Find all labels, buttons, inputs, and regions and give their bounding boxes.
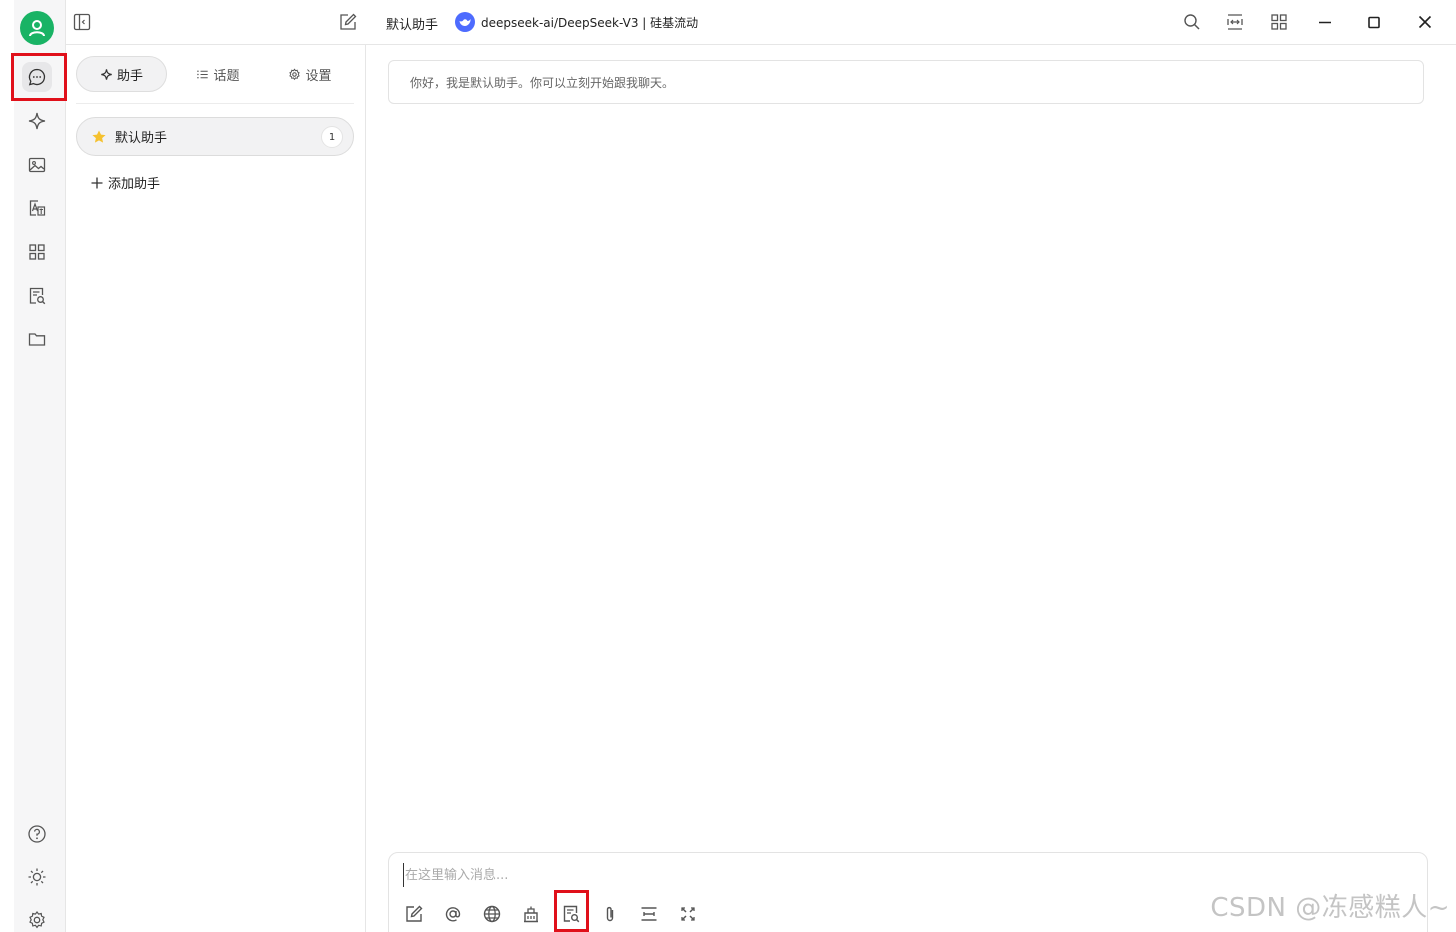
theme-sun-icon xyxy=(28,868,46,886)
icon-rail xyxy=(0,0,66,932)
assistant-item-default[interactable]: 默认助手 1 xyxy=(76,117,354,156)
add-assistant-label: 添加助手 xyxy=(108,177,161,192)
mention-model-button[interactable] xyxy=(440,901,466,927)
clear-context-button[interactable] xyxy=(636,901,662,927)
greeting-message: 你好，我是默认助手。你可以立刻开始跟我聊天。 xyxy=(388,60,1424,104)
apps-icon xyxy=(29,244,45,260)
new-chat-button[interactable] xyxy=(334,8,362,36)
edit-icon xyxy=(340,13,357,30)
watermark: CSDN @冻感糕人~ xyxy=(1210,893,1450,923)
app-window: 默认助手 deepseek-ai/DeepSeek-V3 | 硅基流动 助手 话… xyxy=(0,0,1456,932)
knowledge-base-button[interactable] xyxy=(518,901,544,927)
maximize-button[interactable] xyxy=(1360,8,1388,36)
maximize-icon xyxy=(1368,16,1380,29)
topic-count-badge: 1 xyxy=(321,126,343,148)
rail-apps-button[interactable] xyxy=(22,237,52,267)
minimize-button[interactable] xyxy=(1311,8,1339,36)
tab-assistants-label: 助手 xyxy=(116,68,143,84)
expand-icon xyxy=(681,907,695,921)
close-button[interactable] xyxy=(1411,8,1439,36)
panel-tabs: 助手 话题 设置 xyxy=(76,56,354,104)
chat-area: 你好，我是默认助手。你可以立刻开始跟我聊天。 xyxy=(367,45,1456,932)
narrow-mode-icon xyxy=(1227,14,1243,30)
rail-image-button[interactable] xyxy=(22,150,52,180)
deepseek-logo-icon xyxy=(455,12,475,32)
rail-files-button[interactable] xyxy=(22,324,52,354)
sparkle-icon xyxy=(28,112,46,130)
web-search-icon xyxy=(483,905,501,923)
user-icon xyxy=(29,20,45,37)
mini-apps-button[interactable] xyxy=(1265,8,1293,36)
tab-topics[interactable]: 话题 xyxy=(178,56,258,92)
tab-topics-label: 话题 xyxy=(213,68,240,84)
current-assistant-name: 默认助手 xyxy=(386,18,439,33)
rail-agents-button[interactable] xyxy=(22,106,52,136)
web-search-button[interactable] xyxy=(479,901,505,927)
assistant-name: 默认助手 xyxy=(115,131,168,146)
knowledge-search-icon xyxy=(563,905,580,923)
tab-settings-label: 设置 xyxy=(305,68,332,84)
assistants-panel: 助手 话题 设置 默认助手 1 添加助手 xyxy=(66,45,366,932)
grid-icon xyxy=(1271,14,1287,30)
search-icon xyxy=(1184,14,1200,30)
translate-icon xyxy=(29,200,46,216)
rail-settings-button[interactable] xyxy=(22,905,52,932)
mention-icon xyxy=(445,907,461,922)
sidebar-toggle-icon xyxy=(73,13,91,31)
knowledge-icon xyxy=(29,287,46,305)
toggle-sidebar-button[interactable] xyxy=(68,8,96,36)
user-avatar[interactable] xyxy=(20,11,54,45)
knowledge-base-icon xyxy=(524,906,538,923)
tab-settings[interactable]: 设置 xyxy=(270,56,350,92)
close-icon xyxy=(1418,15,1432,29)
rail-translate-button[interactable] xyxy=(22,193,52,223)
message-input[interactable] xyxy=(403,863,1303,887)
rail-knowledge-button[interactable] xyxy=(22,281,52,311)
rail-help-button[interactable] xyxy=(22,819,52,849)
list-icon xyxy=(197,70,209,78)
minimize-icon xyxy=(1319,21,1331,24)
model-selector[interactable]: deepseek-ai/DeepSeek-V3 | 硅基流动 xyxy=(481,14,698,31)
expand-input-button[interactable] xyxy=(675,901,701,927)
rail-chat-button[interactable] xyxy=(22,62,52,92)
settings-icon xyxy=(29,911,45,929)
help-icon xyxy=(28,825,46,843)
title-bar: 默认助手 deepseek-ai/DeepSeek-V3 | 硅基流动 xyxy=(66,0,1456,45)
sparkle-icon xyxy=(101,68,112,80)
rail-theme-button[interactable] xyxy=(22,862,52,892)
image-icon xyxy=(28,157,46,173)
add-assistant-button[interactable]: 添加助手 xyxy=(90,173,160,192)
attachment-button[interactable] xyxy=(597,901,623,927)
tab-assistants[interactable]: 助手 xyxy=(76,56,167,92)
narrow-mode-button[interactable] xyxy=(1221,8,1249,36)
new-topic-button[interactable] xyxy=(401,901,427,927)
rail-edge xyxy=(0,0,14,932)
chat-icon xyxy=(28,68,46,86)
attachment-icon xyxy=(606,906,614,922)
star-icon xyxy=(92,129,106,143)
plus-icon xyxy=(91,177,103,188)
clear-context-icon xyxy=(641,907,657,921)
new-topic-icon xyxy=(406,905,423,922)
knowledge-search-button[interactable] xyxy=(558,901,584,927)
search-button[interactable] xyxy=(1178,8,1206,36)
gear-icon xyxy=(289,67,301,80)
folder-icon xyxy=(28,333,46,346)
